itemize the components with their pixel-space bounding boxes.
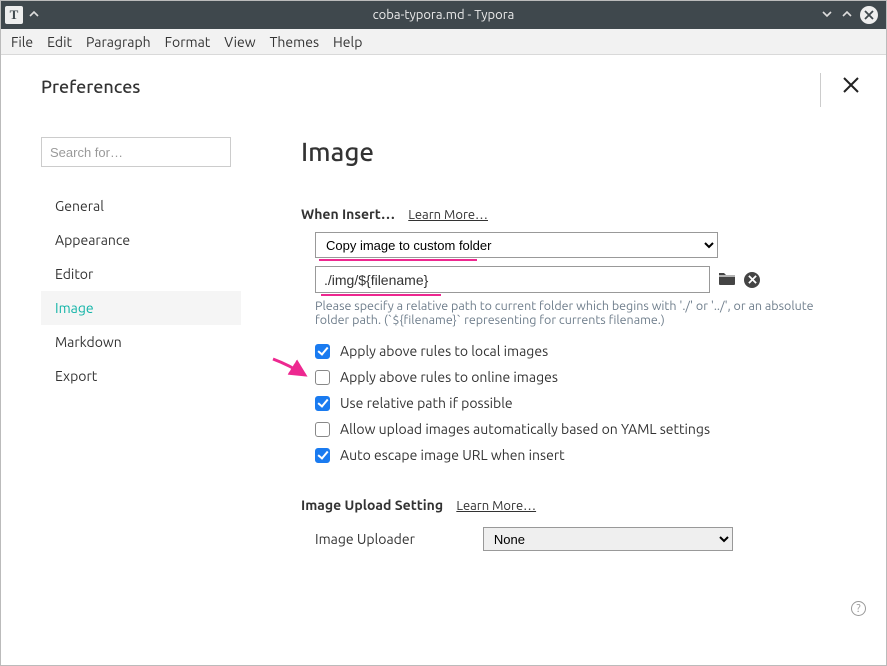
when-insert-label: When Insert… (301, 206, 395, 222)
page-heading: Image (301, 137, 856, 166)
header-divider (820, 73, 821, 107)
menu-view[interactable]: View (224, 34, 255, 50)
chevron-up-icon-2[interactable] (840, 7, 854, 24)
sidebar-item-export[interactable]: Export (41, 359, 241, 393)
preferences-content: Image When Insert… Learn More… Copy imag… (241, 137, 856, 551)
sidebar-item-general[interactable]: General (41, 189, 241, 223)
checkbox-relative-path[interactable] (315, 396, 330, 411)
checkbox-relative-path-label: Use relative path if possible (340, 395, 513, 411)
sidebar-item-image[interactable]: Image (41, 291, 241, 325)
checkbox-apply-local-label: Apply above rules to local images (340, 343, 548, 359)
folder-icon[interactable] (718, 270, 736, 289)
annotation-underline (319, 259, 477, 261)
menu-format[interactable]: Format (165, 34, 211, 50)
menu-file[interactable]: File (11, 34, 33, 50)
annotation-underline-2 (321, 294, 441, 296)
when-insert-learn-more[interactable]: Learn More… (408, 208, 488, 222)
uploader-select[interactable]: None (483, 527, 733, 551)
window-title: coba-typora.md - Typora (373, 8, 515, 22)
window-close-icon[interactable] (860, 6, 878, 24)
image-path-input[interactable] (315, 266, 710, 293)
remove-path-icon[interactable] (744, 272, 760, 288)
menubar: File Edit Paragraph Format View Themes H… (1, 29, 886, 55)
menu-paragraph[interactable]: Paragraph (86, 34, 151, 50)
checkbox-apply-local[interactable] (315, 344, 330, 359)
checkbox-escape-url[interactable] (315, 448, 330, 463)
menu-help[interactable]: Help (333, 34, 362, 50)
upload-learn-more[interactable]: Learn More… (456, 499, 536, 513)
sidebar-item-appearance[interactable]: Appearance (41, 223, 241, 257)
preferences-sidebar: General Appearance Editor Image Markdown… (41, 137, 241, 551)
uploader-label: Image Uploader (315, 531, 415, 547)
preferences-title: Preferences (41, 77, 140, 97)
upload-heading: Image Upload Setting (301, 497, 443, 513)
window-titlebar: T coba-typora.md - Typora (1, 1, 886, 29)
preferences-close-button[interactable] (841, 75, 861, 98)
sidebar-item-markdown[interactable]: Markdown (41, 325, 241, 359)
app-icon: T (5, 6, 23, 24)
checkbox-escape-url-label: Auto escape image URL when insert (340, 447, 565, 463)
checkbox-auto-upload-label: Allow upload images automatically based … (340, 421, 710, 437)
menu-themes[interactable]: Themes (270, 34, 319, 50)
search-input[interactable] (41, 137, 231, 167)
sidebar-item-editor[interactable]: Editor (41, 257, 241, 291)
help-icon[interactable]: ? (851, 601, 866, 616)
checkbox-auto-upload[interactable] (315, 422, 330, 437)
chevron-up-icon[interactable] (27, 7, 41, 24)
path-hint: Please specify a relative path to curren… (315, 299, 825, 327)
menu-edit[interactable]: Edit (47, 34, 72, 50)
chevron-down-icon[interactable] (820, 7, 834, 24)
checkbox-apply-online[interactable] (315, 370, 330, 385)
checkbox-apply-online-label: Apply above rules to online images (340, 369, 558, 385)
when-insert-select[interactable]: Copy image to custom folder (315, 232, 718, 258)
